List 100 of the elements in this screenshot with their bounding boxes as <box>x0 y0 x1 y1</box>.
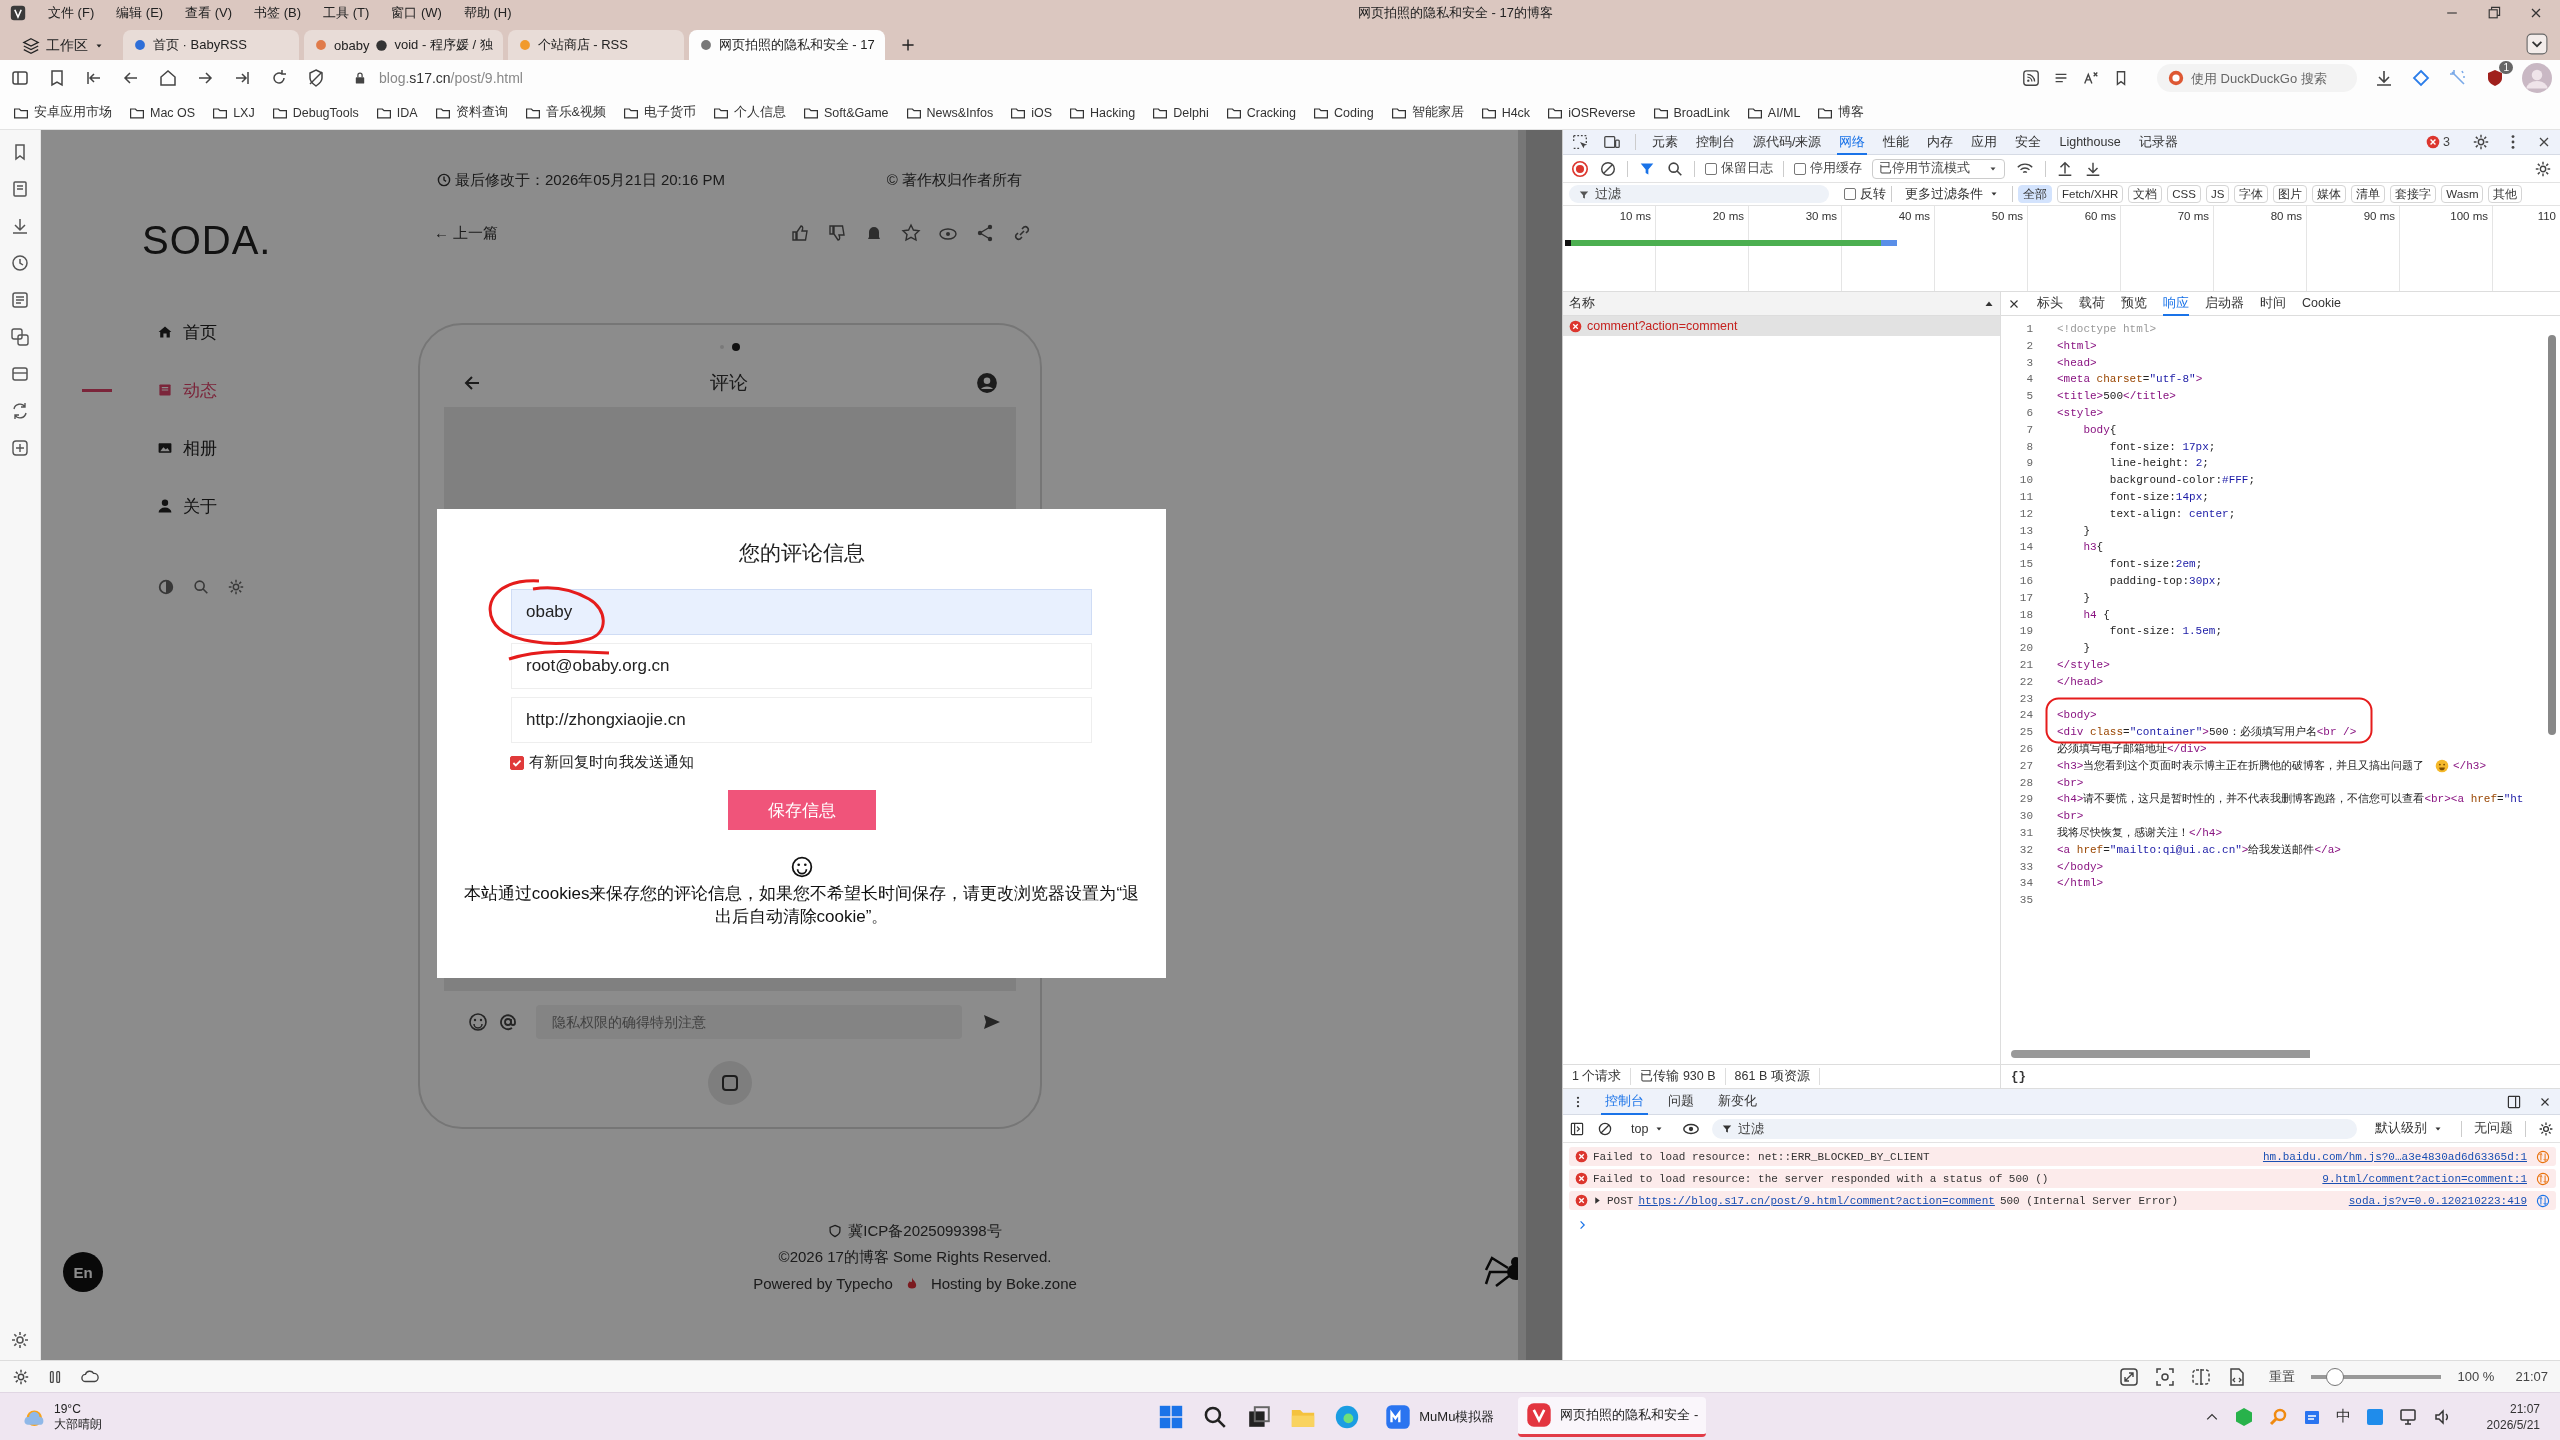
bookmark-folder[interactable]: AI/ML <box>1767 105 1801 120</box>
devtools-tab[interactable]: 性能 <box>1881 129 1912 155</box>
source-link[interactable]: 9.html/comment?action=comment:1 <box>2322 1172 2527 1185</box>
bookmark-folder[interactable]: H4ck <box>1501 105 1531 120</box>
drawer-tab[interactable]: 新变化 <box>1714 1088 1761 1115</box>
format-button[interactable]: {} <box>2001 1069 2026 1084</box>
bookmark-folder[interactable]: Hacking <box>1090 105 1136 120</box>
source-link[interactable]: soda.js?v=0.0.120210223:419 <box>2348 1194 2527 1207</box>
filter-field[interactable]: 过滤 <box>1712 1118 2357 1139</box>
panel-tab[interactable]: 载荷 <box>2079 291 2105 316</box>
error-counter[interactable]: 3 <box>2426 135 2450 149</box>
reset-button[interactable]: 重置 <box>2269 1367 2296 1386</box>
column-header[interactable]: 名称 <box>1569 295 1595 312</box>
type-filter-chip[interactable]: CSS <box>2167 185 2201 203</box>
browser-tab[interactable]: 首页 · BabyRSS <box>123 30 299 60</box>
devtools-tab[interactable]: Lighthouse <box>2057 129 2123 155</box>
devtools-tab[interactable]: 网络 <box>1837 129 1868 155</box>
panel-tab[interactable]: 预览 <box>2121 291 2147 316</box>
drawer-tab[interactable]: 问题 <box>1664 1088 1698 1115</box>
nav-link[interactable]: 相册 <box>82 436 418 460</box>
browser-tab[interactable]: obaby void - 程序媛 / 独 <box>304 30 503 60</box>
type-filter-chip[interactable]: 其他 <box>2488 185 2523 203</box>
more-filters-dropdown[interactable]: 更多过滤条件 <box>1897 185 2007 203</box>
type-filter-chip[interactable]: Fetch/XHR <box>2057 185 2124 203</box>
type-filter-chip[interactable]: 媒体 <box>2312 185 2347 203</box>
source-link[interactable]: hm.baidu.com/hm.js?0…a3e4830ad6d63365d:1 <box>2262 1150 2527 1163</box>
bookmark-folder[interactable]: 音乐&视频 <box>545 104 606 121</box>
type-filter-chip[interactable]: 全部 <box>2018 185 2052 203</box>
bookmark-folder[interactable]: iOS <box>1031 105 1053 120</box>
address-field[interactable]: blog.s17.cn/post/9.html <box>343 63 2140 93</box>
panel-tab[interactable]: 响应 <box>2163 291 2189 316</box>
devtools-tab[interactable]: 应用 <box>1969 129 2000 155</box>
menu-item[interactable]: 窗口 (W) <box>391 4 442 22</box>
browser-tab[interactable]: 网页拍照的隐私和安全 - 17 <box>688 30 885 60</box>
powered-by-link[interactable]: Powered by Typecho <box>753 1274 893 1292</box>
browser-tab[interactable]: 个站商店 - RSS <box>507 30 684 60</box>
taskbar-app[interactable]: 网页拍照的隐私和安全 - <box>1518 1396 1707 1437</box>
type-filter-chip[interactable]: 清单 <box>2351 185 2386 203</box>
bookmark-folder[interactable]: Cracking <box>1246 105 1296 120</box>
previous-post-link[interactable]: ← 上一篇 <box>434 223 499 243</box>
language-button[interactable]: En <box>63 1252 103 1292</box>
devtools-tab[interactable]: 安全 <box>2013 129 2044 155</box>
text-field[interactable]: obaby <box>511 589 1092 635</box>
bookmark-folder[interactable]: 安卓应用市场 <box>34 104 112 121</box>
nav-link[interactable]: 首页 <box>82 320 418 344</box>
bookmark-folder[interactable]: 资料查询 <box>455 104 508 121</box>
panel-tab[interactable]: Cookie <box>2302 291 2341 316</box>
menu-item[interactable]: 编辑 (E) <box>116 4 164 22</box>
bookmark-folder[interactable]: 个人信息 <box>733 104 786 121</box>
bookmark-folder[interactable]: Mac OS <box>150 105 196 120</box>
bookmark-folder[interactable]: BroadLink <box>1673 105 1730 120</box>
search-field[interactable]: 使用 DuckDuckGo 搜索 <box>2157 64 2357 92</box>
menu-item[interactable]: 文件 (F) <box>48 4 95 22</box>
nav-link[interactable]: 关于 <box>82 494 418 518</box>
bookmark-folder[interactable]: IDA <box>396 105 418 120</box>
context-select[interactable]: top <box>1625 1118 1671 1139</box>
menu-item[interactable]: 工具 (T) <box>323 4 370 22</box>
devtools-tab[interactable]: 源代码/来源 <box>1751 129 1824 155</box>
levels-dropdown[interactable]: 默认级别 <box>2369 1118 2449 1139</box>
type-filter-chip[interactable]: 字体 <box>2234 185 2269 203</box>
menu-item[interactable]: 查看 (V) <box>185 4 233 22</box>
bookmark-folder[interactable]: 博客 <box>1838 104 1865 121</box>
devtools-tab[interactable]: 元素 <box>1650 129 1680 155</box>
hosting-link[interactable]: Hosting by Boke.zone <box>930 1274 1077 1292</box>
url-link[interactable]: https://blog.s17.cn/post/9.html/comment?action=comment <box>1638 1194 1995 1207</box>
input-method[interactable]: 中 <box>2335 1407 2351 1426</box>
site-logo[interactable]: SODA. <box>142 218 418 268</box>
bookmark-folder[interactable]: DebugTools <box>292 105 359 120</box>
bookmark-folder[interactable]: LXJ <box>233 105 255 120</box>
bookmark-folder[interactable]: Coding <box>1334 105 1374 120</box>
menu-item[interactable]: 书签 (B) <box>254 4 302 22</box>
type-filter-chip[interactable]: 套接字 <box>2390 185 2437 203</box>
taskbar-app[interactable]: MuMu模拟器 <box>1377 1396 1503 1437</box>
bookmark-folder[interactable]: 电子货币 <box>643 104 696 121</box>
menu-item[interactable]: 帮助 (H) <box>463 4 512 22</box>
bookmark-folder[interactable]: 智能家居 <box>1411 104 1464 121</box>
workspace-button[interactable]: 工作区 <box>14 32 112 60</box>
throttling-select[interactable]: 已停用节流模式 <box>1872 158 2005 179</box>
type-filter-chip[interactable]: JS <box>2205 185 2230 203</box>
text-field[interactable]: http://zhongxiaojie.cn <box>511 697 1092 743</box>
icp-link[interactable]: 冀ICP备2025099398号 <box>848 1221 1002 1241</box>
drawer-tab[interactable]: 控制台 <box>1601 1088 1648 1115</box>
bookmark-folder[interactable]: News&Infos <box>926 105 994 120</box>
bookmark-folder[interactable]: Delphi <box>1173 105 1209 120</box>
issues-counter[interactable]: 无问题 <box>2474 1120 2513 1137</box>
devtools-tab[interactable]: 记录器 <box>2136 129 2180 155</box>
bookmark-folder[interactable]: iOSReverse <box>1568 105 1636 120</box>
filter-field[interactable]: 过滤 <box>1569 185 1829 203</box>
code-text: text-align: <box>2108 506 2184 522</box>
type-filter-chip[interactable]: 图片 <box>2273 185 2308 203</box>
panel-tab[interactable]: 标头 <box>2037 291 2063 316</box>
devtools-tab[interactable]: 控制台 <box>1694 129 1737 155</box>
comment-field[interactable]: 隐私权限的确得特别注意 <box>536 1005 962 1039</box>
request-row[interactable]: comment?action=comment <box>1563 316 2000 336</box>
type-filter-chip[interactable]: Wasm <box>2441 185 2484 203</box>
bookmark-folder[interactable]: Soft&Game <box>823 105 889 120</box>
panel-tab[interactable]: 启动器 <box>2205 291 2244 316</box>
panel-tab[interactable]: 时间 <box>2260 291 2286 316</box>
devtools-tab[interactable]: 内存 <box>1925 129 1956 155</box>
type-filter-chip[interactable]: 文档 <box>2128 185 2163 203</box>
